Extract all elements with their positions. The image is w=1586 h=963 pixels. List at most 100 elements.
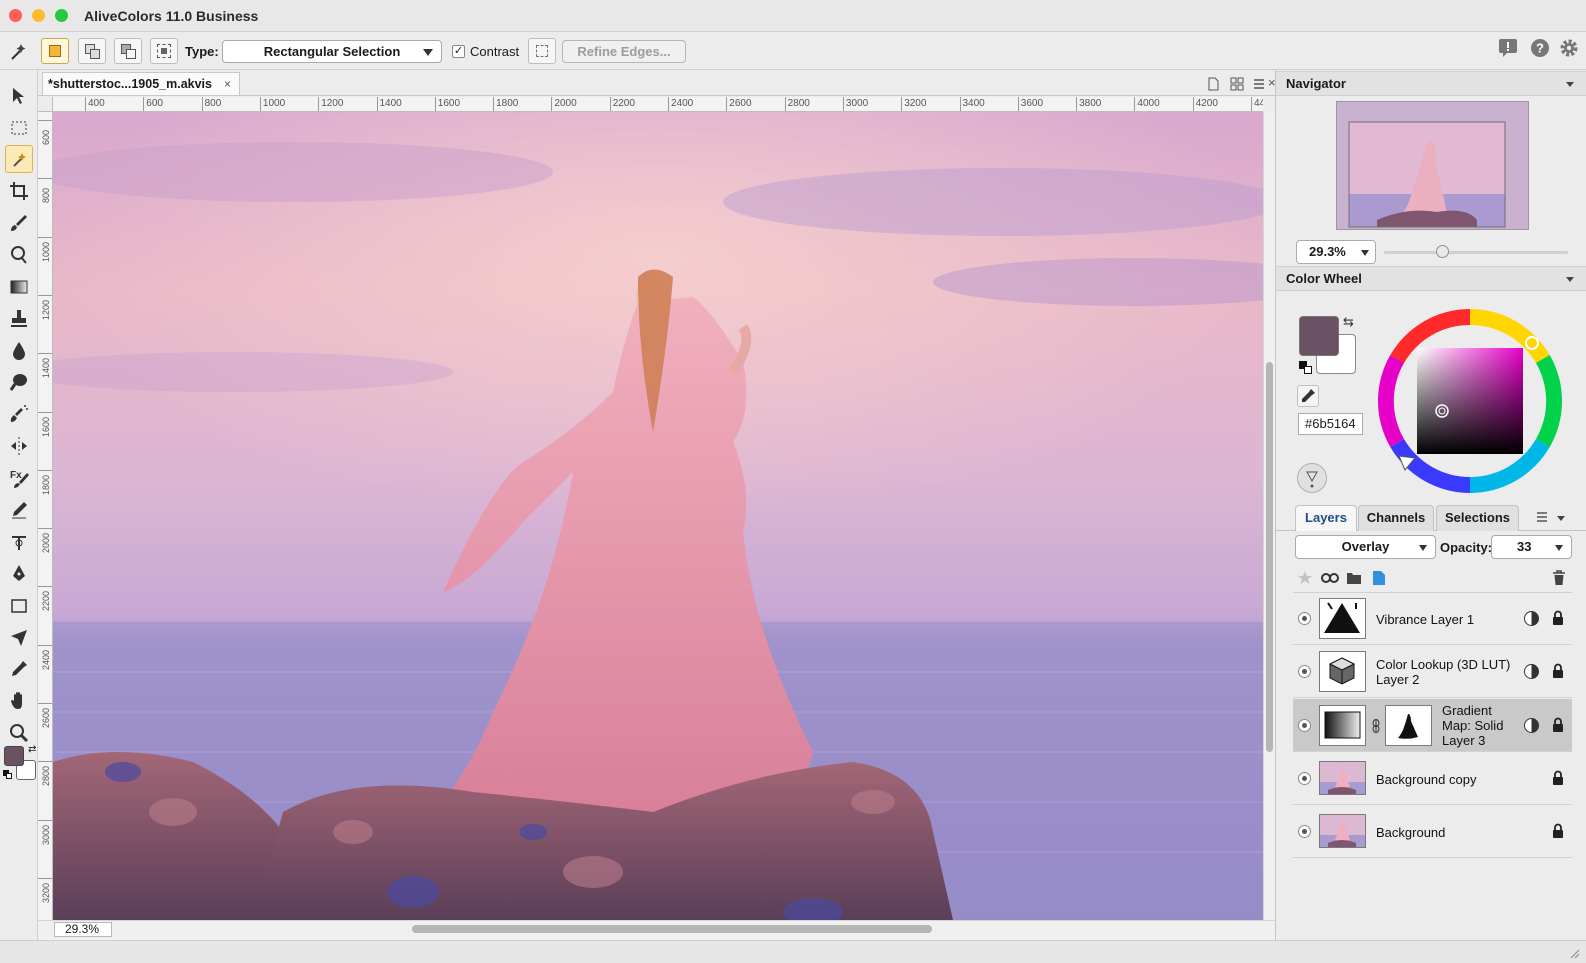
vertical-scrollbar-thumb[interactable]: [1266, 362, 1273, 752]
mask-link-icon[interactable]: [1371, 718, 1381, 734]
brush-tool-icon[interactable]: [5, 209, 33, 237]
layers-panel-menu-icon[interactable]: [1535, 510, 1549, 524]
adjustment-contrast-icon[interactable]: [1524, 664, 1539, 679]
layer-visibility-eye-icon[interactable]: [1298, 825, 1311, 838]
magic-wand-tool-icon[interactable]: [6, 39, 32, 65]
move-tool-icon[interactable]: [5, 82, 33, 110]
color-picker-eyedropper-icon[interactable]: [1297, 385, 1319, 407]
new-selection-mode-button[interactable]: [41, 38, 69, 64]
layer-row-color-lookup[interactable]: Color Lookup (3D LUT) Layer 2: [1293, 646, 1572, 698]
eyedropper-tool-icon[interactable]: [5, 655, 33, 683]
crop-tool-icon[interactable]: [5, 177, 33, 205]
new-group-folder-icon[interactable]: [1346, 571, 1362, 585]
document-page-icon[interactable]: [1206, 77, 1220, 91]
clone-stamp-tool-icon[interactable]: [5, 305, 33, 333]
navigator-zoom-slider-knob[interactable]: [1436, 245, 1449, 258]
spray-tool-icon[interactable]: [5, 400, 33, 428]
zoom-window-button[interactable]: [55, 9, 68, 22]
hex-color-input[interactable]: #6b5164: [1298, 413, 1363, 435]
healing-brush-tool-icon[interactable]: [5, 241, 33, 269]
layers-panel-collapse-icon[interactable]: [1557, 516, 1565, 521]
document-tab[interactable]: *shutterstoc...1905_m.akvis ×: [42, 72, 240, 96]
shape-rectangle-tool-icon[interactable]: [5, 592, 33, 620]
layer-lock-icon[interactable]: [1551, 770, 1565, 786]
intersect-selection-mode-button[interactable]: [150, 38, 178, 64]
blur-drop-tool-icon[interactable]: [5, 337, 33, 365]
subtract-selection-mode-button[interactable]: [114, 38, 142, 64]
fx-brush-tool-icon[interactable]: Fx: [5, 464, 33, 492]
adjustment-contrast-icon[interactable]: [1524, 718, 1539, 733]
default-colors-icon[interactable]: [1299, 361, 1313, 375]
default-colors-icon[interactable]: [3, 770, 12, 779]
layer-visibility-eye-icon[interactable]: [1298, 665, 1311, 678]
hand-tool-icon[interactable]: [5, 687, 33, 715]
layer-row-background[interactable]: Background: [1293, 806, 1572, 858]
tab-selections[interactable]: Selections: [1436, 505, 1519, 531]
opacity-input[interactable]: 33: [1491, 535, 1572, 559]
add-selection-mode-button[interactable]: [78, 38, 106, 64]
color-wheel-menu-icon[interactable]: [1566, 277, 1574, 282]
vertical-scrollbar[interactable]: [1263, 112, 1275, 920]
zoom-status-field[interactable]: 29.3%: [54, 922, 112, 937]
layer-mask-thumbnail[interactable]: [1385, 705, 1432, 746]
tab-layers[interactable]: Layers: [1295, 505, 1357, 531]
navigator-menu-icon[interactable]: [1566, 82, 1574, 87]
tile-windows-icon[interactable]: [1230, 77, 1244, 91]
color-wheel[interactable]: [1377, 308, 1563, 494]
document-menu-icon[interactable]: [1252, 77, 1266, 91]
layer-lock-icon[interactable]: [1551, 663, 1565, 679]
layer-visibility-eye-icon[interactable]: [1298, 772, 1311, 785]
blend-mode-dropdown[interactable]: Overlay: [1295, 535, 1436, 559]
horizontal-scrollbar-thumb[interactable]: [412, 925, 932, 933]
new-layer-icon[interactable]: [1372, 570, 1386, 586]
layer-lock-icon[interactable]: [1551, 717, 1565, 733]
zoom-tool-icon[interactable]: [5, 719, 33, 747]
foreground-color-swatch[interactable]: [1299, 316, 1339, 356]
layer-visibility-eye-icon[interactable]: [1298, 719, 1311, 732]
navigator-preview[interactable]: [1336, 101, 1529, 230]
foreground-color-swatch[interactable]: [4, 746, 24, 766]
pen-tool-icon[interactable]: [5, 560, 33, 588]
refine-edges-button[interactable]: Refine Edges...: [562, 40, 686, 63]
adjustment-contrast-icon[interactable]: [1524, 611, 1539, 626]
selection-frame-button[interactable]: [528, 38, 556, 64]
gradient-tool-icon[interactable]: [5, 273, 33, 301]
layer-style-star-icon[interactable]: [1297, 570, 1313, 586]
layer-mask-icon[interactable]: [1321, 571, 1339, 585]
layer-row-gradient-map[interactable]: Gradient Map: Solid Layer 3: [1293, 699, 1572, 752]
color-wheel-panel-header[interactable]: Color Wheel: [1276, 266, 1586, 291]
tab-channels[interactable]: Channels: [1358, 505, 1434, 531]
image-canvas[interactable]: [53, 112, 1263, 920]
ruler-v-tick: 800: [38, 178, 52, 236]
layer-row-background-copy[interactable]: Background copy: [1293, 753, 1572, 805]
path-selection-tool-icon[interactable]: [5, 624, 33, 652]
minimize-window-button[interactable]: [32, 9, 45, 22]
layer-lock-icon[interactable]: [1551, 823, 1565, 839]
color-mode-dial-icon[interactable]: [1297, 463, 1327, 493]
ruler-v-tick: 1200: [38, 294, 52, 353]
contrast-checkbox[interactable]: ✓: [452, 45, 465, 58]
navigator-zoom-dropdown[interactable]: 29.3%: [1296, 240, 1376, 264]
resize-grip-icon[interactable]: [1570, 947, 1580, 959]
swap-colors-icon[interactable]: ⇄: [28, 744, 36, 755]
close-tab-icon[interactable]: ×: [224, 73, 231, 95]
magic-wand-tool-icon[interactable]: [5, 145, 33, 173]
mirror-tool-icon[interactable]: [5, 432, 33, 460]
pencil-tool-icon[interactable]: [5, 496, 33, 524]
help-icon[interactable]: ?: [1529, 37, 1551, 59]
navigator-zoom-slider[interactable]: [1384, 251, 1568, 254]
feedback-icon[interactable]: [1497, 37, 1519, 59]
warp-tool-icon[interactable]: [5, 528, 33, 556]
layer-lock-icon[interactable]: [1551, 610, 1565, 626]
smudge-tool-icon[interactable]: [5, 368, 33, 396]
settings-gear-icon[interactable]: [1558, 37, 1580, 59]
layer-visibility-eye-icon[interactable]: [1298, 612, 1311, 625]
selection-type-dropdown[interactable]: Rectangular Selection: [222, 40, 442, 63]
ruler-h-tick: 2800: [784, 97, 810, 111]
navigator-panel-header[interactable]: Navigator: [1276, 71, 1586, 96]
close-window-button[interactable]: [9, 9, 22, 22]
layer-row-vibrance[interactable]: Vibrance Layer 1: [1293, 593, 1572, 645]
swap-colors-icon[interactable]: ⇆: [1343, 314, 1354, 330]
delete-layer-trash-icon[interactable]: [1552, 570, 1566, 586]
rectangular-selection-tool-icon[interactable]: [5, 114, 33, 142]
